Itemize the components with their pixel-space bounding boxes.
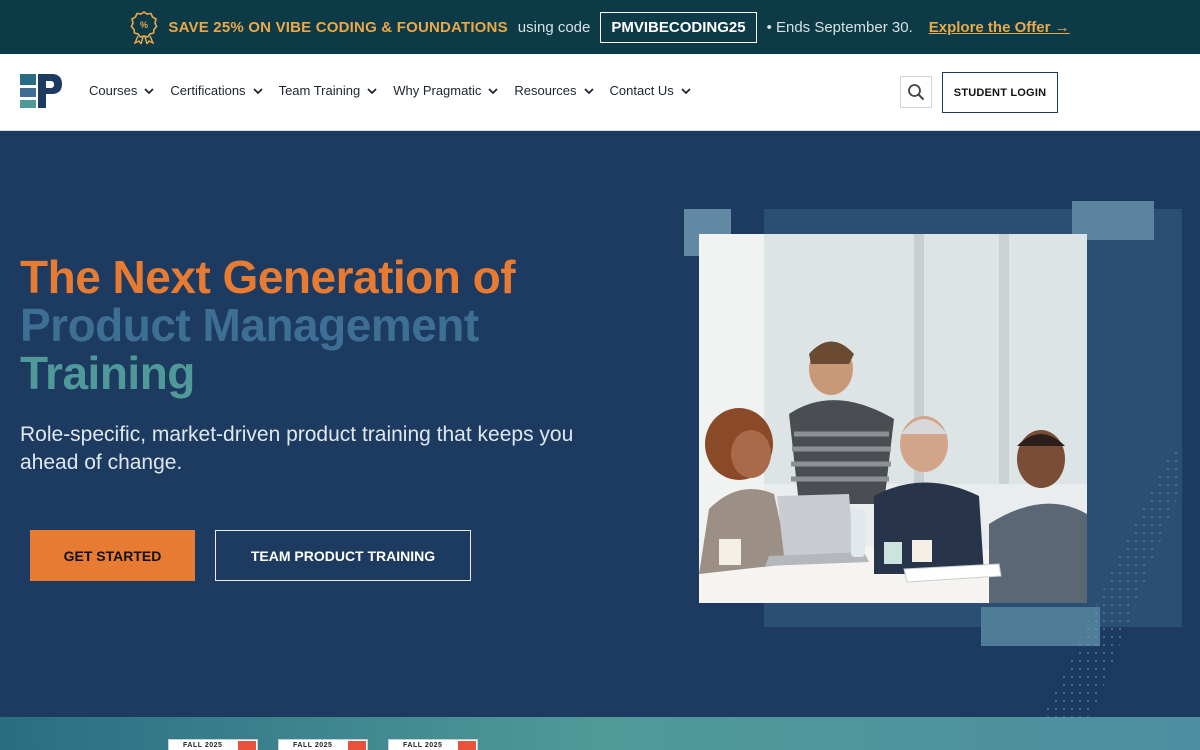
nav-label: Why Pragmatic xyxy=(393,83,482,98)
hero-section: The Next Generation of Product Managemen… xyxy=(0,131,1200,717)
promo-ends-text: • Ends September 30. xyxy=(766,18,913,36)
nav-label: Contact Us xyxy=(609,83,674,98)
chevron-down-icon xyxy=(583,87,594,94)
headline-line-3: Training xyxy=(20,347,195,399)
chevron-down-icon xyxy=(367,87,377,94)
nav-why-pragmatic[interactable]: Why Pragmatic xyxy=(393,83,498,98)
nav-courses[interactable]: Courses xyxy=(89,83,155,98)
main-nav: Courses Certifications Team Training Why… xyxy=(89,83,707,98)
explore-offer-link[interactable]: Explore the Offer → xyxy=(929,19,1070,36)
hero-headline: The Next Generation of Product Managemen… xyxy=(20,251,516,399)
promo-code: PMVIBECODING25 xyxy=(600,11,757,43)
svg-text:%: % xyxy=(140,20,148,30)
student-login-button[interactable]: STUDENT LOGIN xyxy=(942,72,1058,113)
get-started-button[interactable]: GET STARTED xyxy=(30,530,195,581)
promo-headline: SAVE 25% ON VIBE CODING & FOUNDATIONS xyxy=(168,18,508,36)
team-meeting-photo xyxy=(699,234,1087,603)
nav-label: Courses xyxy=(89,83,138,98)
nav-label: Team Training xyxy=(278,83,361,98)
discount-badge-icon: % xyxy=(130,11,158,44)
badge-label: FALL 2025 xyxy=(293,742,333,749)
g2-logo-icon xyxy=(348,741,366,750)
pragmatic-logo[interactable] xyxy=(20,74,62,108)
badge-label: FALL 2025 xyxy=(403,742,443,749)
search-icon xyxy=(908,84,925,101)
badge-label: FALL 2025 xyxy=(183,742,223,749)
search-button[interactable] xyxy=(900,76,932,108)
nav-label: Resources xyxy=(514,83,577,98)
chevron-down-icon xyxy=(488,87,498,94)
promo-using-text: using code xyxy=(517,18,591,36)
team-product-training-button[interactable]: TEAM PRODUCT TRAINING xyxy=(215,530,471,581)
promo-bar: % SAVE 25% ON VIBE CODING & FOUNDATIONS … xyxy=(0,0,1200,54)
nav-contact-us[interactable]: Contact Us xyxy=(610,83,691,98)
g2-logo-icon xyxy=(238,741,256,750)
chevron-down-icon xyxy=(252,87,263,94)
site-header: Courses Certifications Team Training Why… xyxy=(0,54,1200,131)
chevron-down-icon xyxy=(681,87,691,94)
nav-label: Certifications xyxy=(170,83,246,98)
g2-logo-icon xyxy=(458,741,476,750)
headline-line-1: The Next Generation of xyxy=(20,251,516,303)
nav-certifications[interactable]: Certifications xyxy=(170,83,263,98)
g2-award-badge: FALL 2025 xyxy=(278,739,368,750)
awards-band: FALL 2025 FALL 2025 FALL 2025 xyxy=(0,717,1200,750)
hero-subtext: Role-specific, market-driven product tra… xyxy=(20,423,574,474)
chevron-down-icon xyxy=(144,87,155,94)
g2-award-badge: FALL 2025 xyxy=(388,739,478,750)
nav-resources[interactable]: Resources xyxy=(514,83,594,98)
nav-team-training[interactable]: Team Training xyxy=(279,83,378,98)
g2-award-badge: FALL 2025 xyxy=(168,739,258,750)
headline-line-2: Product Management xyxy=(20,299,479,351)
